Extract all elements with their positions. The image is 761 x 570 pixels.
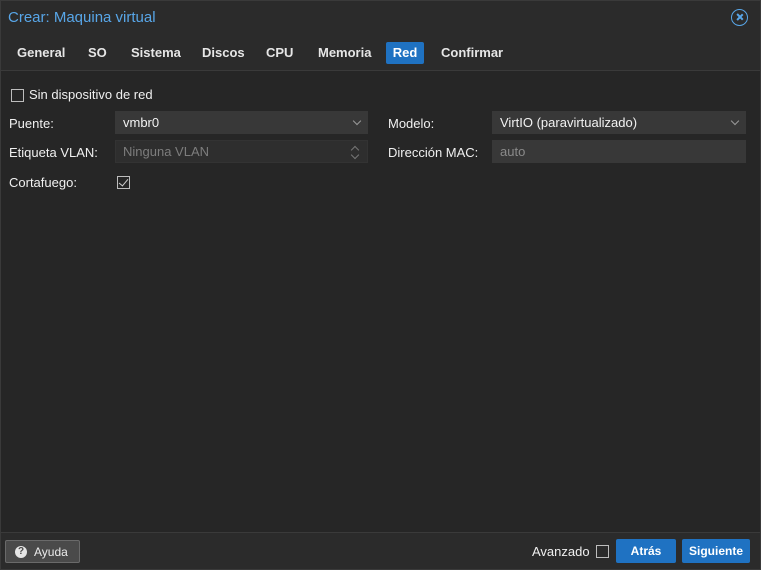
tab-general[interactable]: General [12, 42, 70, 64]
next-button[interactable]: Siguiente [682, 539, 750, 563]
create-vm-dialog: Crear: Maquina virtual General SO Sistem… [0, 0, 761, 570]
network-panel: Sin dispositivo de red Puente: vmbr0 Mod… [1, 72, 760, 532]
vlan-tag-field: Ninguna VLAN [115, 140, 368, 163]
mac-address-label: Dirección MAC: [388, 145, 479, 160]
help-button[interactable]: ? Ayuda [5, 540, 80, 563]
mac-address-placeholder: auto [500, 144, 526, 159]
help-label: Ayuda [34, 545, 68, 559]
question-circle-icon: ? [15, 546, 27, 558]
firewall-checkbox[interactable] [117, 176, 130, 189]
model-label: Modelo: [388, 116, 435, 131]
dialog-footer: ? Ayuda Avanzado Atrás Siguiente [1, 532, 760, 569]
bridge-select[interactable]: vmbr0 [115, 111, 368, 134]
tab-discos[interactable]: Discos [197, 42, 250, 64]
mac-address-input[interactable]: auto [492, 140, 746, 163]
no-network-checkbox[interactable] [11, 89, 24, 102]
dialog-titlebar: Crear: Maquina virtual [1, 1, 760, 35]
tab-cpu[interactable]: CPU [261, 42, 298, 64]
tab-red[interactable]: Red [386, 42, 424, 64]
tab-sistema[interactable]: Sistema [126, 42, 186, 64]
model-select[interactable]: VirtIO (paravirtualizado) [492, 111, 746, 134]
dialog-title: Crear: Maquina virtual [8, 9, 156, 26]
tab-confirmar[interactable]: Confirmar [436, 42, 508, 64]
chevron-down-icon[interactable] [352, 116, 362, 126]
advanced-checkbox[interactable] [596, 545, 609, 558]
tab-memoria[interactable]: Memoria [313, 42, 376, 64]
wizard-tabs: General SO Sistema Discos CPU Memoria Re… [1, 35, 760, 71]
spinner-icon [351, 144, 359, 160]
no-network-label: Sin dispositivo de red [29, 87, 153, 102]
chevron-down-icon[interactable] [730, 116, 740, 126]
advanced-label: Avanzado [532, 544, 590, 559]
close-icon[interactable] [731, 9, 748, 26]
vlan-tag-label: Etiqueta VLAN: [9, 145, 98, 160]
firewall-label: Cortafuego: [9, 175, 77, 190]
tab-so[interactable]: SO [83, 42, 112, 64]
bridge-value: vmbr0 [123, 115, 160, 130]
bridge-label: Puente: [9, 116, 54, 131]
model-value: VirtIO (paravirtualizado) [500, 115, 638, 130]
back-button[interactable]: Atrás [616, 539, 676, 563]
vlan-tag-placeholder: Ninguna VLAN [123, 144, 209, 159]
